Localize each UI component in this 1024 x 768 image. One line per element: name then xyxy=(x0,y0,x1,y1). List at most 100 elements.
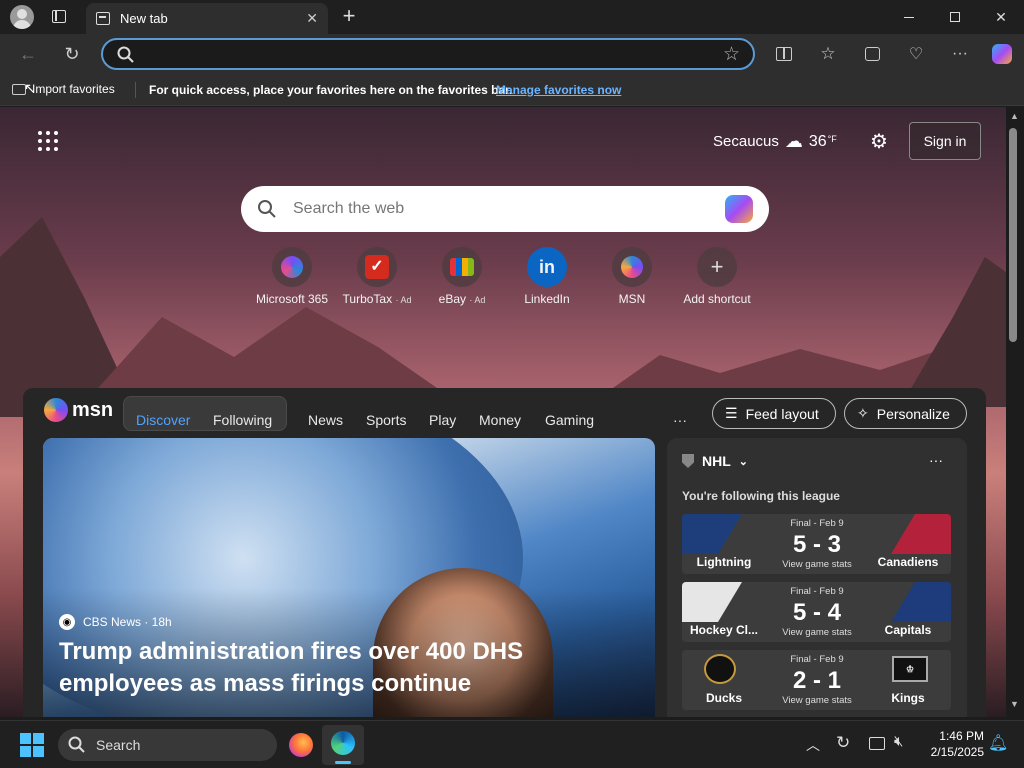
tab-actions-icon[interactable] xyxy=(52,10,66,23)
msn-wordmark: msn xyxy=(72,398,114,421)
shortcut-ebay[interactable]: eBay · Ad xyxy=(420,247,504,306)
following-note: You're following this league xyxy=(682,489,840,503)
search-icon xyxy=(68,736,85,753)
tab-title: New tab xyxy=(120,11,168,26)
nav-play[interactable]: Play xyxy=(429,412,456,428)
browser-essentials-icon[interactable]: ♡ xyxy=(904,42,928,66)
shortcut-msn[interactable]: MSN xyxy=(590,247,674,306)
nav-sports[interactable]: Sports xyxy=(366,412,406,428)
scrollbar-thumb[interactable] xyxy=(1009,128,1017,342)
shortcut-label: Microsoft 365 xyxy=(255,292,329,306)
feed-layout-label: Feed layout xyxy=(745,405,819,422)
windows-start-icon[interactable] xyxy=(20,733,44,757)
address-bar[interactable]: ☆ xyxy=(101,38,755,70)
nav-money[interactable]: Money xyxy=(479,412,521,428)
team-right: Capitals xyxy=(884,623,932,637)
notifications-bell-icon[interactable]: 🔔︎ xyxy=(988,733,1008,753)
minimize-button[interactable] xyxy=(886,0,932,34)
game-status: Final - Feb 9 xyxy=(790,586,844,597)
taskbar-search[interactable]: Search xyxy=(58,729,277,761)
nav-news[interactable]: News xyxy=(308,412,343,428)
volume-muted-icon[interactable]: 🔇︎ xyxy=(894,733,903,750)
personalize-button[interactable]: ✧ Personalize xyxy=(844,398,967,429)
widget-more-button[interactable]: ··· xyxy=(929,452,943,468)
game-card[interactable]: Hockey Cl... Final - Feb 9 5 - 4 View ga… xyxy=(682,582,951,642)
game-score: 2 - 1 xyxy=(792,667,842,694)
ad-label: · Ad xyxy=(395,295,412,305)
league-selector[interactable]: NHL ⌄ xyxy=(682,453,748,469)
back-icon[interactable]: ← xyxy=(16,42,40,66)
scroll-up-arrow-icon[interactable]: ▲ xyxy=(1010,111,1019,121)
copilot-icon[interactable] xyxy=(990,42,1014,66)
title-bar: New tab ✕ + ✕ xyxy=(0,0,1024,34)
edge-icon xyxy=(331,731,355,755)
team-logo-lightning xyxy=(682,514,742,554)
refresh-icon[interactable]: ↻ xyxy=(60,42,84,66)
clock-date: 2/15/2025 xyxy=(930,745,984,759)
tab-following[interactable]: Following xyxy=(213,412,272,428)
new-tab-button[interactable]: + xyxy=(338,4,360,28)
sliders-icon: ☰ xyxy=(725,405,738,421)
tab-discover[interactable]: Discover xyxy=(136,412,190,428)
tab-new-tab[interactable]: New tab ✕ xyxy=(86,3,328,34)
ad-label: · Ad xyxy=(469,295,486,305)
new-tab-page: Secaucus ☁ 36 °F ⚙ Sign in Search the web… xyxy=(0,107,1006,717)
article-headline[interactable]: Trump administration fires over 400 DHS … xyxy=(59,636,649,700)
game-score: 5 - 3 xyxy=(792,531,842,558)
update-sync-icon[interactable]: ↻ xyxy=(836,733,850,753)
team-left: Lightning xyxy=(696,555,752,569)
manage-favorites-link[interactable]: Manage favorites now xyxy=(496,83,621,97)
team-logo-ducks xyxy=(704,654,736,684)
web-search-box[interactable]: Search the web xyxy=(241,186,769,232)
copilot-search-icon[interactable] xyxy=(725,195,753,223)
shortcut-linkedin[interactable]: in LinkedIn xyxy=(505,247,589,306)
restore-button[interactable] xyxy=(932,0,978,34)
team-logo-capitals xyxy=(891,582,951,622)
settings-more-icon[interactable]: ··· xyxy=(948,42,972,66)
favorite-star-icon[interactable]: ☆ xyxy=(723,43,740,66)
view-game-stats-link[interactable]: View game stats xyxy=(762,695,872,706)
apps-launcher-icon[interactable] xyxy=(38,131,58,151)
article-source-label: CBS News · 18h xyxy=(83,615,172,629)
view-game-stats-link[interactable]: View game stats xyxy=(762,559,872,570)
shortcut-label: MSN xyxy=(618,292,646,306)
sign-in-button[interactable]: Sign in xyxy=(909,122,981,160)
feed-layout-button[interactable]: ☰ Feed layout xyxy=(712,398,836,429)
more-nav-button[interactable]: ··· xyxy=(673,412,687,428)
team-right: Canadiens xyxy=(877,555,939,569)
shortcut-microsoft-365[interactable]: Microsoft 365 xyxy=(250,247,334,306)
team-left: Hockey Cl... xyxy=(689,623,759,637)
close-tab-icon[interactable]: ✕ xyxy=(306,10,318,27)
favorites-icon[interactable]: ☆ xyxy=(816,42,840,66)
clock[interactable]: 1:46 PM 2/15/2025 xyxy=(922,728,984,760)
scroll-down-arrow-icon[interactable]: ▼ xyxy=(1010,699,1019,709)
team-left: Ducks xyxy=(705,691,743,705)
edge-taskbar-button[interactable] xyxy=(322,725,364,765)
show-hidden-icons-chevron-icon[interactable]: ︿ xyxy=(806,735,820,755)
team-right: Kings xyxy=(891,691,925,705)
search-placeholder: Search the web xyxy=(293,200,405,217)
page-settings-icon[interactable]: ⚙ xyxy=(870,129,888,154)
add-shortcut-button[interactable]: + Add shortcut xyxy=(675,247,759,306)
network-monitor-icon[interactable] xyxy=(869,737,885,750)
close-window-button[interactable]: ✕ xyxy=(978,0,1024,34)
collections-icon[interactable] xyxy=(860,42,884,66)
msn-logo[interactable]: msn xyxy=(44,398,113,422)
background-mountains-far-right xyxy=(900,257,1006,407)
shortcut-turbotax[interactable]: ✓ TurboTax · Ad xyxy=(335,247,419,306)
profile-avatar[interactable] xyxy=(10,5,34,29)
microsoft-365-icon xyxy=(272,247,312,287)
split-screen-icon[interactable] xyxy=(772,42,796,66)
team-logo-canadiens xyxy=(891,514,951,554)
weather-widget[interactable]: Secaucus ☁ 36 °F xyxy=(713,131,837,152)
game-card[interactable]: Lightning Final - Feb 9 5 - 3 View game … xyxy=(682,514,951,574)
nav-gaming[interactable]: Gaming xyxy=(545,412,594,428)
game-card[interactable]: ♔ Ducks Final - Feb 9 2 - 1 View game st… xyxy=(682,650,951,710)
taskbar-search-label: Search xyxy=(96,737,141,753)
shortcut-label: Add shortcut xyxy=(683,292,751,306)
personalize-label: Personalize xyxy=(876,405,950,422)
shortcut-label: TurboTax xyxy=(342,292,393,306)
hero-article-card[interactable]: ◉ CBS News · 18h Trump administration fi… xyxy=(43,438,655,717)
view-game-stats-link[interactable]: View game stats xyxy=(762,627,872,638)
firefox-icon[interactable] xyxy=(289,733,313,757)
